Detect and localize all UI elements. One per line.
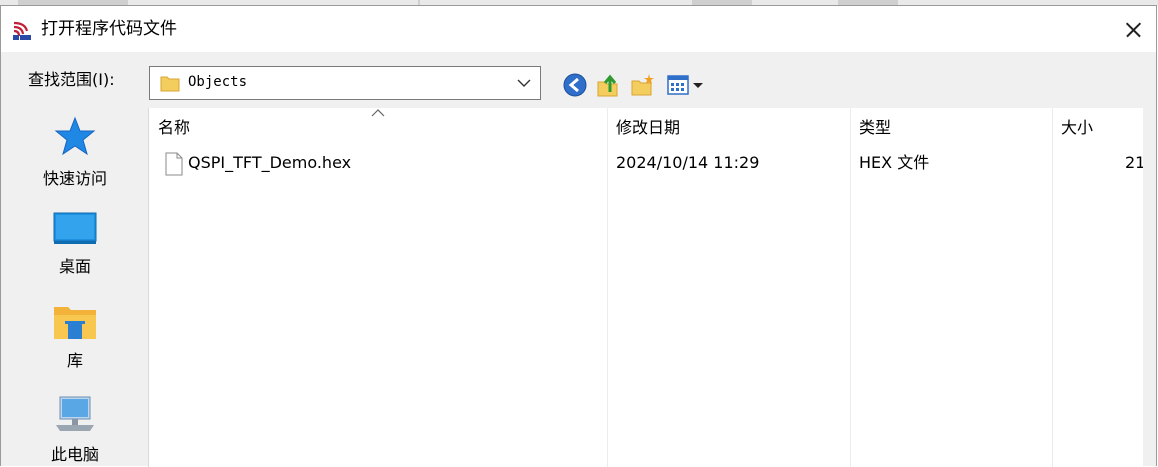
file-size: 21 (1125, 153, 1143, 172)
file-type: HEX 文件 (859, 153, 930, 172)
app-icon (13, 21, 31, 40)
look-in-dropdown[interactable]: Objects (149, 66, 541, 100)
close-button[interactable] (1110, 6, 1156, 52)
column-header-size[interactable]: 大小 (1052, 108, 1143, 148)
place-label: 桌面 (58, 257, 91, 276)
place-library[interactable]: 库 (11, 303, 139, 371)
place-label: 库 (66, 351, 83, 370)
star-icon (54, 116, 96, 156)
computer-icon (56, 396, 94, 431)
place-label: 此电脑 (50, 445, 99, 464)
place-this-pc[interactable]: 此电脑 (11, 395, 139, 465)
open-file-dialog: 打开程序代码文件 查找范围(I): Objects 快速访问 桌面 库 此电脑 … (0, 5, 1157, 467)
column-divider (1052, 108, 1053, 467)
dialog-title: 打开程序代码文件 (41, 19, 177, 39)
look-in-label: 查找范围(I): (28, 70, 115, 89)
place-desktop[interactable]: 桌面 (11, 211, 139, 277)
column-divider (607, 108, 608, 467)
places-bar: 快速访问 桌面 库 此电脑 (11, 107, 139, 467)
library-icon (54, 307, 96, 339)
column-header-type[interactable]: 类型 (850, 108, 1052, 148)
back-icon[interactable] (562, 72, 588, 98)
view-menu-icon[interactable] (666, 72, 708, 98)
place-label: 快速访问 (42, 169, 107, 188)
column-divider (850, 108, 851, 467)
column-header-date[interactable]: 修改日期 (607, 108, 850, 148)
file-list[interactable]: 名称 修改日期 类型 大小 QSPI_TFT_Demo.hex 2024/10/… (148, 108, 1143, 467)
column-header-name[interactable]: 名称 (149, 108, 607, 148)
new-folder-icon[interactable] (630, 72, 656, 98)
file-icon (165, 152, 183, 176)
title-bar: 打开程序代码文件 (1, 6, 1156, 52)
look-in-value: Objects (188, 74, 248, 90)
file-name: QSPI_TFT_Demo.hex (188, 153, 352, 172)
place-quick-access[interactable]: 快速访问 (11, 115, 139, 189)
file-date: 2024/10/14 11:29 (616, 153, 760, 172)
up-folder-icon[interactable] (595, 72, 621, 98)
folder-icon (160, 76, 180, 92)
chevron-down-icon[interactable] (516, 76, 532, 90)
desktop-icon (53, 212, 97, 244)
